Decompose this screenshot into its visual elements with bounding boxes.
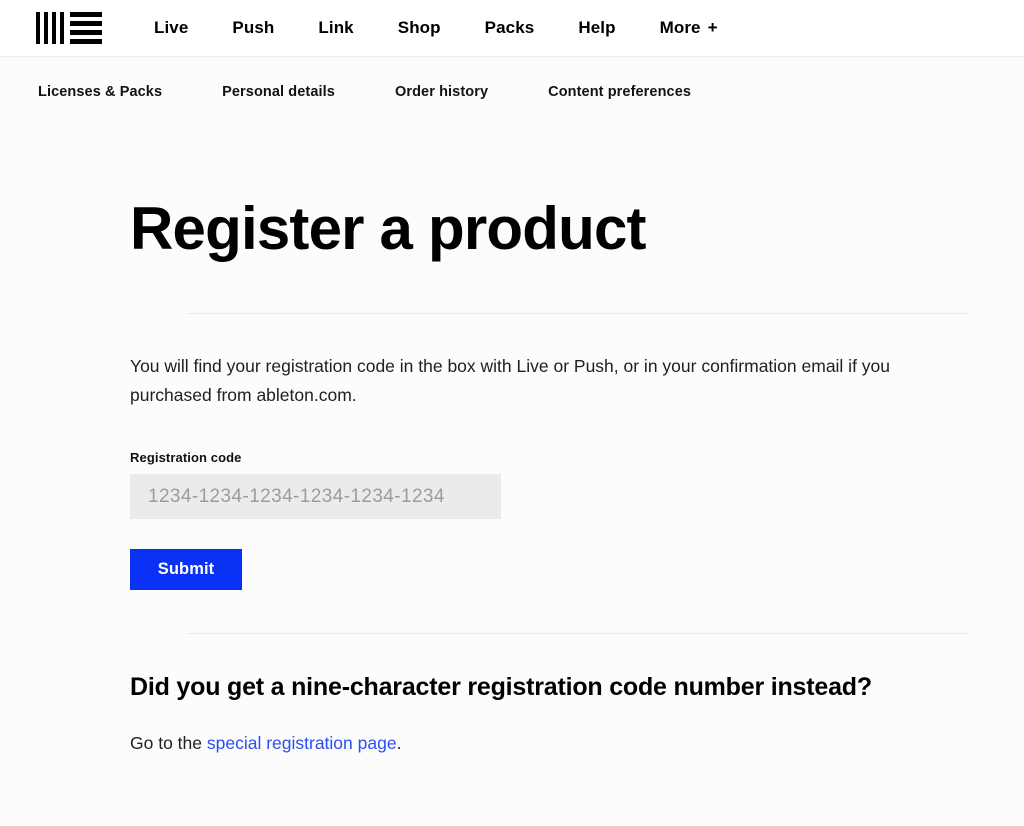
special-registration-text-before: Go to the: [130, 733, 207, 753]
nav-item-help[interactable]: Help: [578, 12, 615, 44]
special-registration-page-link[interactable]: special registration page: [207, 733, 397, 753]
nav-item-more[interactable]: More +: [660, 12, 718, 44]
plus-icon: +: [707, 18, 718, 37]
nav-item-packs[interactable]: Packs: [485, 12, 535, 44]
nav-item-more-label: More: [659, 18, 701, 37]
registration-form: Registration code Submit: [130, 450, 1024, 590]
submit-button[interactable]: Submit: [130, 549, 242, 590]
nav-item-link[interactable]: Link: [318, 12, 353, 44]
nav-item-live[interactable]: Live: [154, 12, 188, 44]
main-content: Register a product You will find your re…: [0, 127, 1024, 754]
account-subnav: Licenses & Packs Personal details Order …: [0, 57, 1024, 127]
subnav-item-licenses-and-packs[interactable]: Licenses & Packs: [38, 84, 162, 100]
nav-item-push[interactable]: Push: [232, 12, 274, 44]
special-registration-text-after: .: [396, 733, 402, 753]
nav-item-shop[interactable]: Shop: [398, 12, 441, 44]
registration-code-label: Registration code: [130, 450, 242, 465]
logo-horizontal-bars-icon: [70, 12, 102, 44]
logo-vertical-bars-icon: [36, 12, 64, 44]
page-title: Register a product: [130, 195, 647, 262]
subnav-item-personal-details[interactable]: Personal details: [222, 84, 335, 100]
divider-top: [187, 313, 967, 314]
primary-nav: Live Push Link Shop Packs Help More +: [154, 12, 718, 44]
subnav-item-content-preferences[interactable]: Content preferences: [548, 84, 691, 100]
subnav-item-order-history[interactable]: Order history: [395, 84, 488, 100]
top-navigation-bar: Live Push Link Shop Packs Help More +: [0, 0, 1024, 57]
registration-code-input[interactable]: [130, 474, 501, 519]
intro-paragraph: You will find your registration code in …: [130, 356, 891, 405]
secondary-heading: Did you get a nine-character registratio…: [130, 673, 872, 701]
special-registration-line: Go to the special registration page.: [130, 733, 1024, 754]
ableton-logo[interactable]: [36, 10, 102, 46]
divider-bottom: [187, 633, 967, 634]
